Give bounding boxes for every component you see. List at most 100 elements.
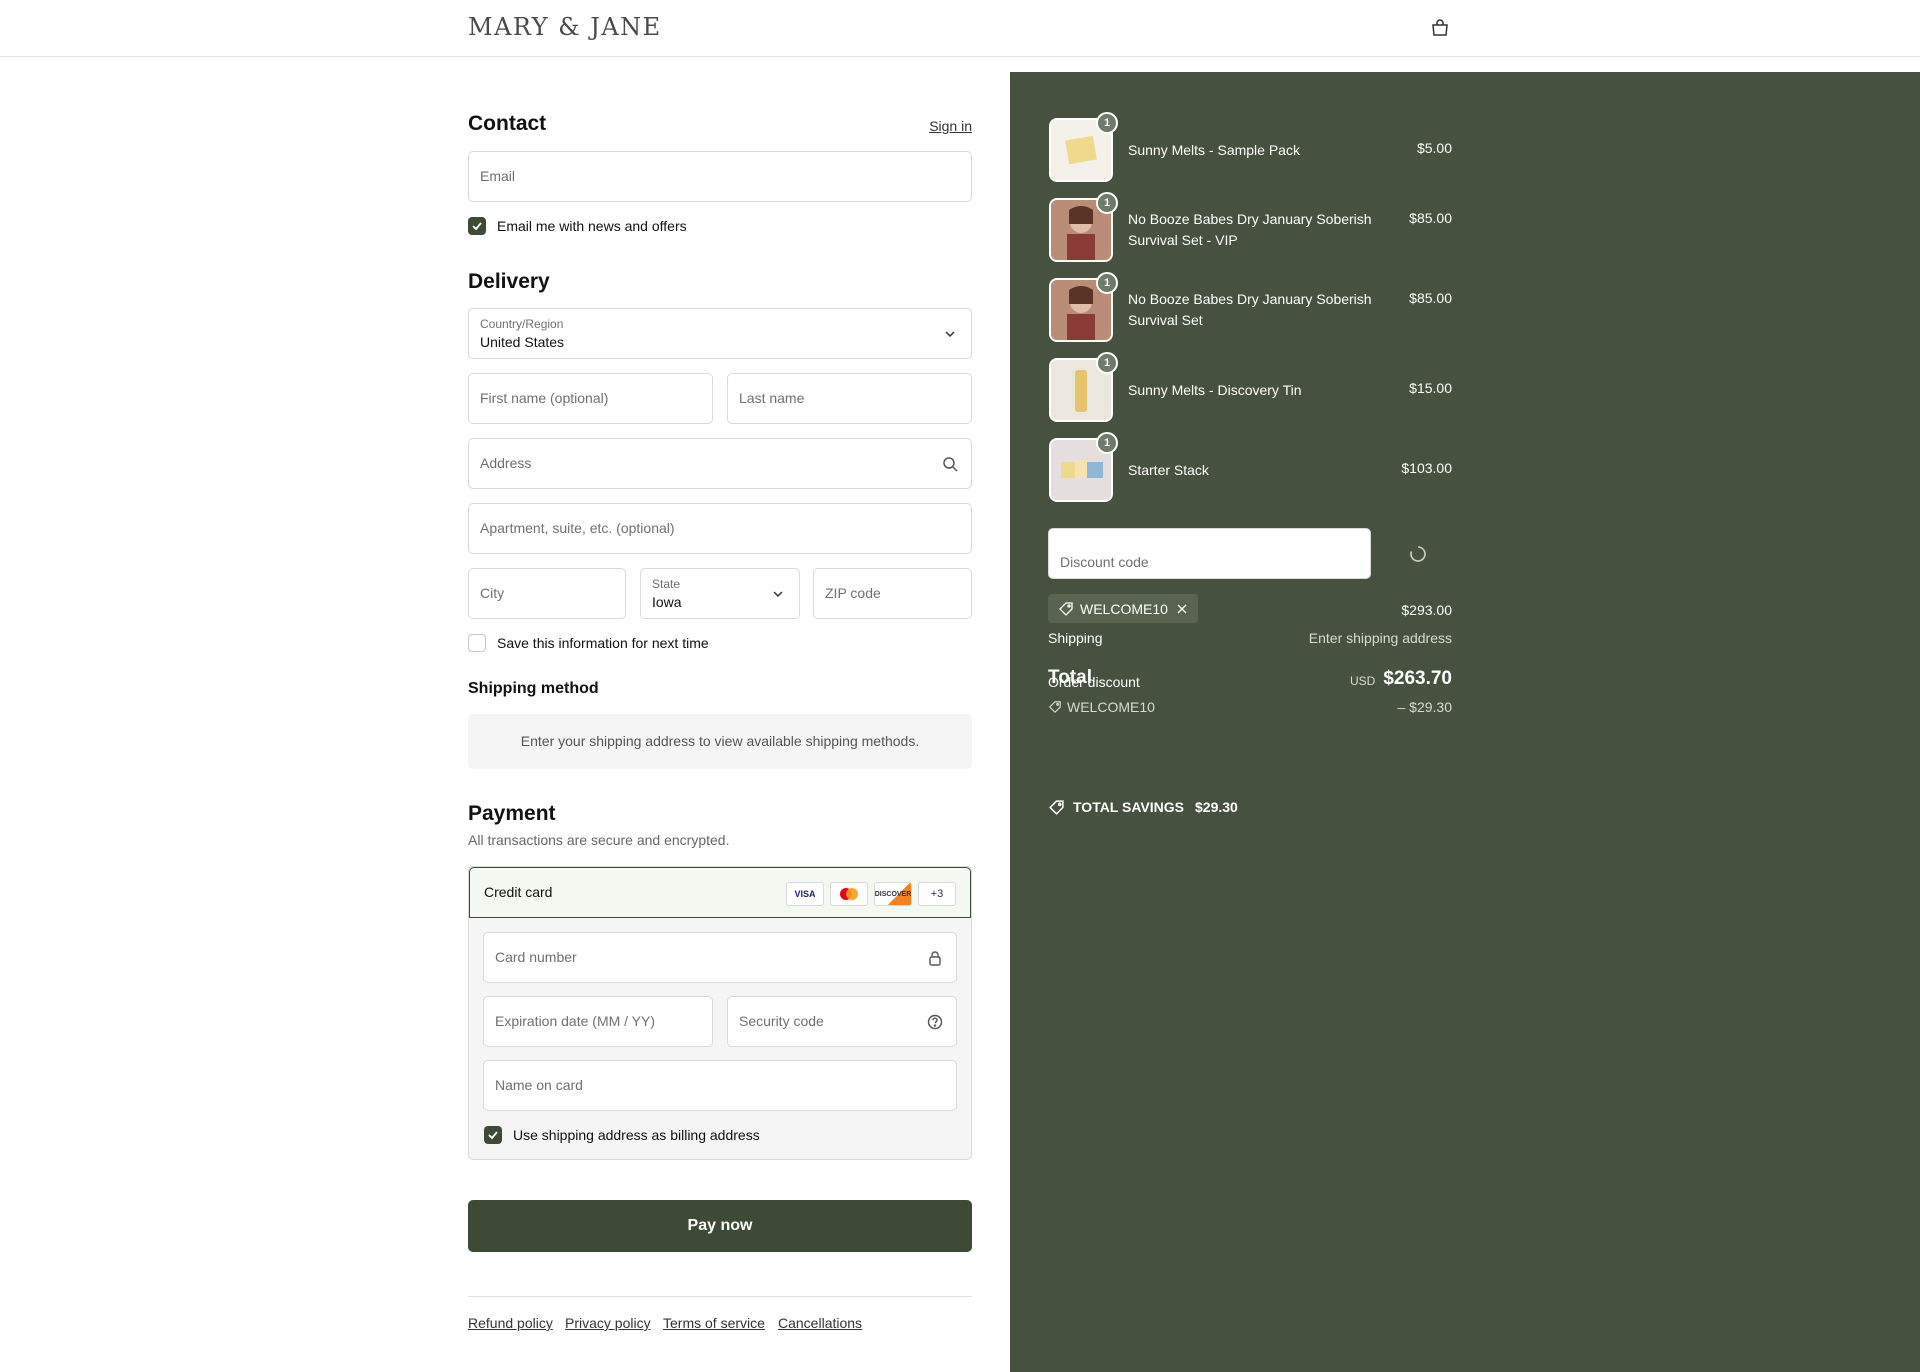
line-item: 1 Starter Stack $103.00 (1049, 432, 1452, 502)
quantity-badge: 1 (1096, 112, 1118, 134)
mastercard-icon (830, 882, 868, 906)
item-name: Sunny Melts - Discovery Tin (1128, 382, 1302, 398)
zip-field[interactable]: ZIP code (813, 568, 972, 619)
order-summary-panel (1010, 72, 1920, 1372)
expiration-placeholder: Expiration date (MM / YY) (495, 1013, 656, 1029)
shipping-method-notice: Enter your shipping address to view avai… (468, 714, 972, 769)
item-price: $85.00 (1409, 210, 1452, 226)
item-name: Sunny Melts - Sample Pack (1128, 142, 1300, 158)
item-price: $15.00 (1409, 380, 1452, 396)
contact-heading: Contact (468, 112, 547, 135)
address-placeholder: Address (480, 455, 532, 471)
save-info-checkbox[interactable] (468, 634, 486, 652)
address-field[interactable]: Address (468, 438, 972, 489)
tag-icon (1048, 701, 1061, 714)
item-price: $85.00 (1409, 290, 1452, 306)
credit-card-option[interactable]: Credit card VISA DISCOVER +3 (469, 867, 971, 918)
tag-icon (1049, 800, 1064, 815)
card-brands: VISA DISCOVER +3 (786, 882, 956, 906)
item-name: Starter Stack (1128, 462, 1209, 478)
applied-discount-chip: WELCOME10 (1048, 594, 1198, 623)
line-item: 1 Sunny Melts - Discovery Tin $15.00 (1049, 352, 1452, 422)
quantity-badge: 1 (1096, 272, 1118, 294)
line-item: 1 No Booze Babes Dry January Soberish Su… (1049, 272, 1452, 342)
help-icon[interactable] (927, 1014, 943, 1030)
city-placeholder: City (480, 585, 505, 601)
store-logo[interactable]: MARY & JANE (468, 13, 662, 41)
quantity-badge: 1 (1096, 192, 1118, 214)
country-select[interactable]: Country/Region United States (468, 308, 972, 359)
mastercard-logo-icon (840, 888, 858, 900)
total-savings-value: $29.30 (1195, 799, 1238, 815)
country-label: Country/Region (480, 317, 564, 331)
first-name-placeholder: First name (optional) (480, 390, 609, 406)
sign-in-link[interactable]: Sign in (929, 118, 972, 134)
email-field[interactable]: Email (468, 151, 972, 202)
discover-icon: DISCOVER (874, 882, 912, 906)
cancellations-link[interactable]: Cancellations (778, 1315, 862, 1331)
billing-address-label: Use shipping address as billing address (513, 1127, 760, 1143)
name-on-card-field[interactable]: Name on card (483, 1060, 957, 1111)
bag-icon[interactable] (1430, 18, 1450, 38)
line-item: 1 Sunny Melts - Sample Pack $5.00 (1049, 112, 1452, 182)
name-on-card-placeholder: Name on card (495, 1077, 583, 1093)
last-name-field[interactable]: Last name (727, 373, 972, 424)
total-savings-label: TOTAL SAVINGS (1073, 799, 1184, 815)
security-code-field[interactable]: Security code (727, 996, 957, 1047)
security-code-placeholder: Security code (739, 1013, 824, 1029)
quantity-badge: 1 (1096, 432, 1118, 454)
discount-code-placeholder: Discount code (1060, 554, 1149, 570)
card-number-placeholder: Card number (495, 949, 577, 965)
credit-card-label: Credit card (484, 884, 553, 900)
lock-icon (929, 951, 941, 966)
billing-address-checkbox[interactable] (484, 1126, 502, 1144)
shipping-method-message: Enter your shipping address to view avai… (520, 733, 920, 749)
tag-icon (1059, 602, 1073, 616)
expiration-field[interactable]: Expiration date (MM / YY) (483, 996, 713, 1047)
newsletter-checkbox[interactable] (468, 217, 486, 235)
chevron-down-icon (773, 591, 783, 598)
checkmark-icon (472, 222, 482, 231)
refund-policy-link[interactable]: Refund policy (468, 1315, 553, 1331)
delivery-heading: Delivery (468, 270, 550, 293)
shipping-method-heading: Shipping method (468, 680, 599, 697)
line-item: 1 No Booze Babes Dry January Soberish Su… (1049, 192, 1452, 262)
discount-amount: – $29.30 (1397, 699, 1453, 715)
pay-now-button[interactable]: Pay now (468, 1200, 972, 1252)
total-value: $263.70 (1383, 668, 1452, 689)
shipping-label: Shipping (1048, 630, 1103, 646)
item-name: No Booze Babes Dry January Soberish Surv… (1128, 211, 1372, 248)
shipping-value: Enter shipping address (1308, 630, 1452, 646)
total-currency: USD (1350, 674, 1376, 688)
last-name-placeholder: Last name (739, 390, 805, 406)
state-label: State (652, 577, 681, 591)
save-info-label: Save this information for next time (497, 635, 709, 651)
checkmark-icon (488, 1131, 498, 1140)
email-placeholder: Email (480, 168, 516, 184)
more-cards-badge: +3 (918, 882, 956, 906)
newsletter-label: Email me with news and offers (497, 218, 687, 234)
remove-discount-icon[interactable] (1176, 603, 1188, 615)
first-name-field[interactable]: First name (optional) (468, 373, 713, 424)
applied-discount-code: WELCOME10 (1080, 601, 1168, 617)
payment-card: Credit card VISA DISCOVER +3 Card number… (468, 866, 972, 1160)
quantity-badge: 1 (1096, 352, 1118, 374)
header: MARY & JANE (0, 0, 1920, 57)
country-value: United States (480, 334, 565, 350)
state-select[interactable]: State Iowa (640, 568, 800, 619)
state-value: Iowa (652, 594, 682, 610)
card-number-field[interactable]: Card number (483, 932, 957, 983)
visa-icon: VISA (786, 882, 824, 906)
discount-code-field[interactable]: Discount code (1048, 528, 1371, 579)
apartment-field[interactable]: Apartment, suite, etc. (optional) (468, 503, 972, 554)
loading-spinner-icon (1410, 546, 1426, 562)
terms-of-service-link[interactable]: Terms of service (663, 1315, 765, 1331)
city-field[interactable]: City (468, 568, 626, 619)
payment-heading: Payment (468, 802, 556, 825)
privacy-policy-link[interactable]: Privacy policy (565, 1315, 651, 1331)
zip-placeholder: ZIP code (825, 585, 881, 601)
apartment-placeholder: Apartment, suite, etc. (optional) (480, 520, 675, 536)
discount-code-line: WELCOME10 (1067, 699, 1155, 715)
chevron-down-icon (945, 331, 955, 338)
search-icon (943, 457, 958, 472)
